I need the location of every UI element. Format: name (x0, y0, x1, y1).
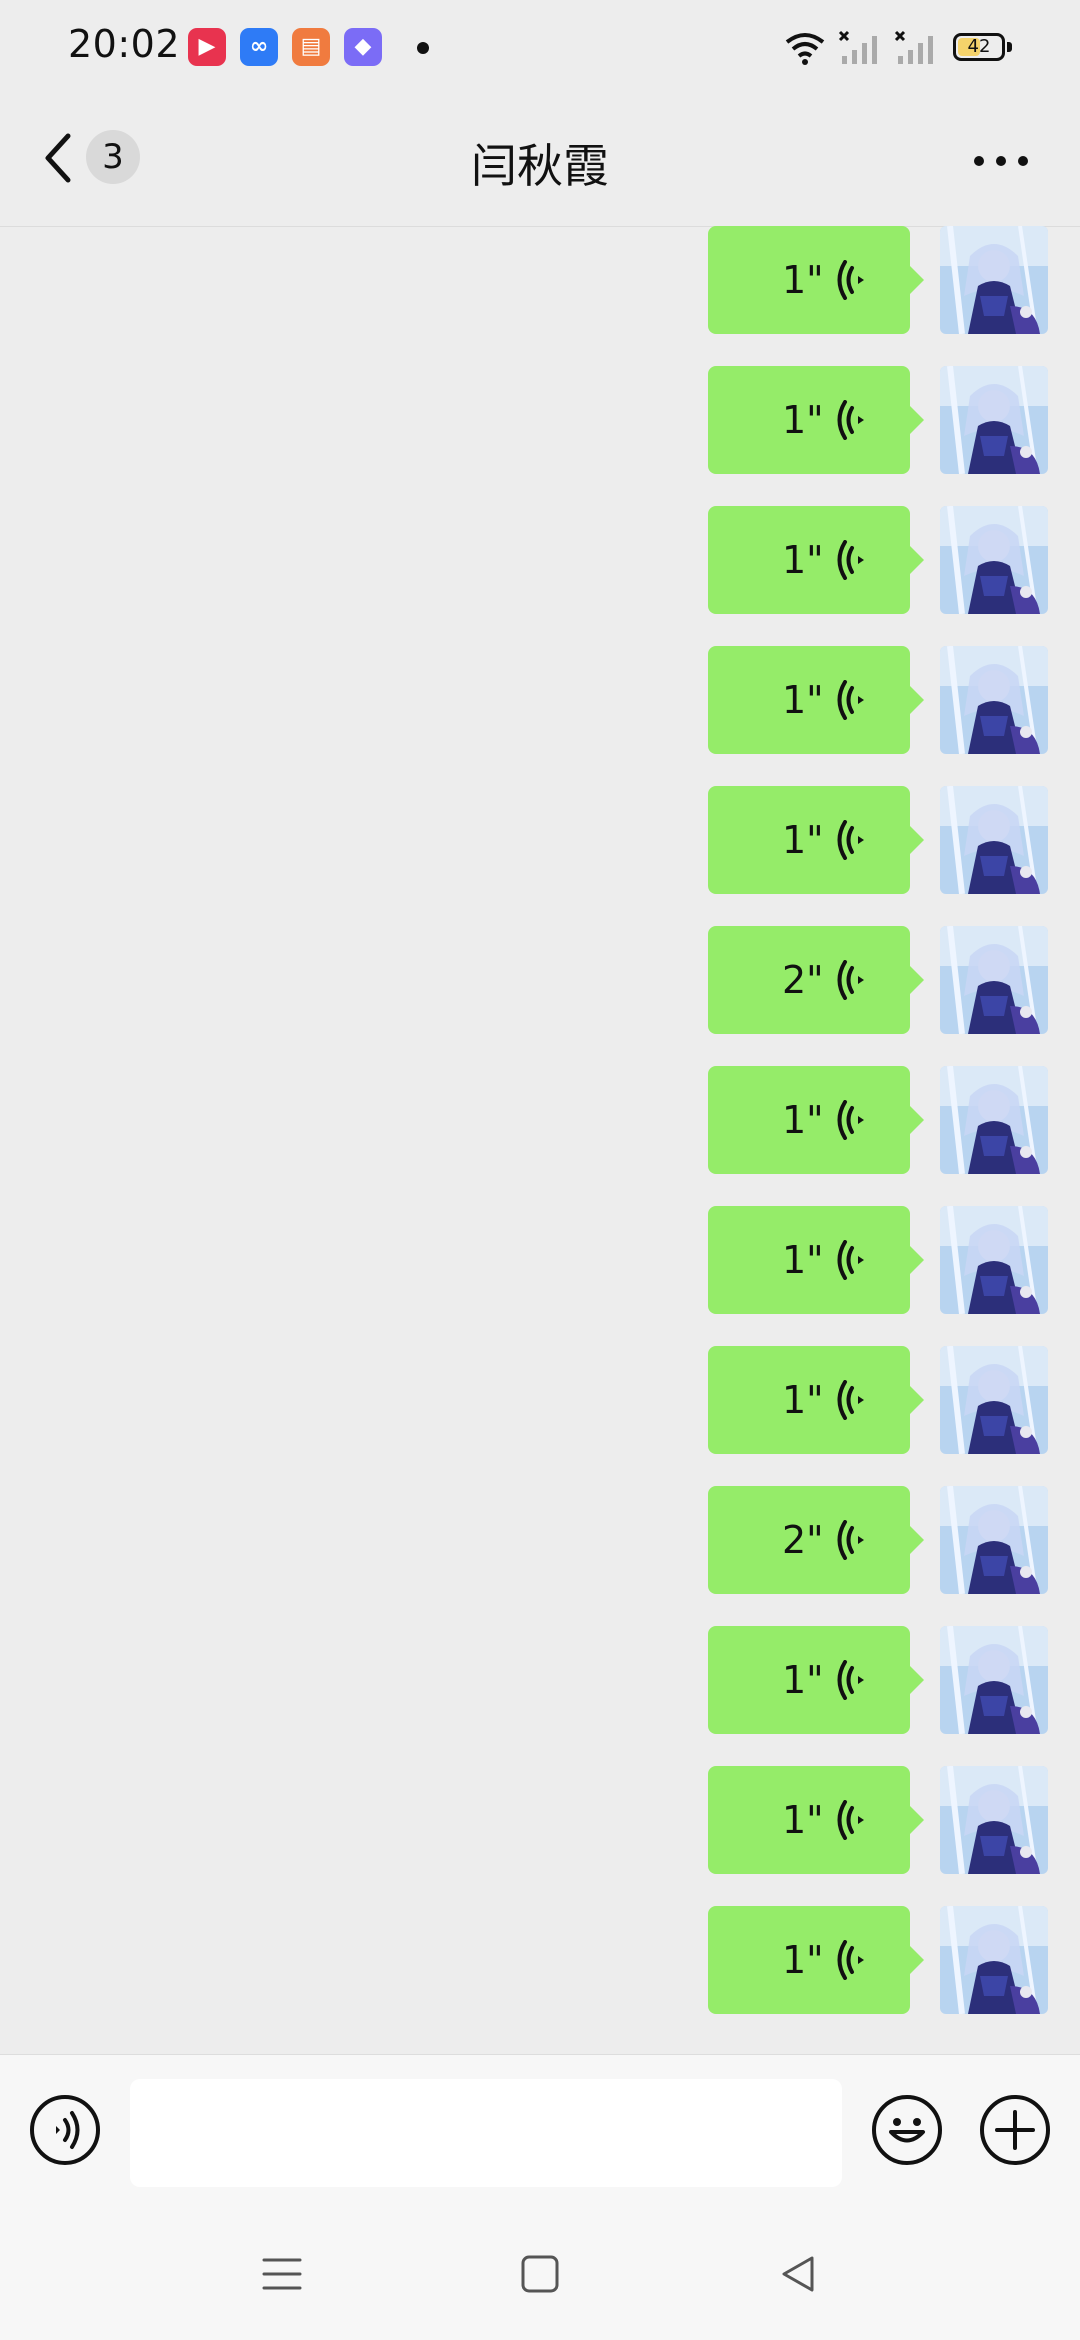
menu-icon[interactable] (262, 2256, 302, 2292)
voice-mode-icon (56, 2111, 80, 2149)
voice-playback-icon (837, 1380, 864, 1420)
voice-playback-icon (837, 540, 864, 580)
voice-duration: 1" (782, 1378, 824, 1422)
voice-message-row: 1" (0, 366, 1080, 474)
voice-playback-icon (837, 1940, 864, 1980)
voice-message-row: 2" (0, 1486, 1080, 1594)
avatar[interactable] (940, 1486, 1048, 1594)
signal-no-service-icon-2 (894, 30, 933, 64)
voice-duration: 1" (782, 258, 824, 302)
voice-playback-icon (837, 1520, 864, 1560)
voice-playback-icon (837, 1100, 864, 1140)
avatar[interactable] (940, 1206, 1048, 1314)
voice-playback-icon (837, 1660, 864, 1700)
avatar[interactable] (940, 1906, 1048, 2014)
voice-message-row: 1" (0, 1626, 1080, 1734)
voice-message-row: 1" (0, 1346, 1080, 1454)
avatar[interactable] (940, 1626, 1048, 1734)
voice-message-row: 1" (0, 786, 1080, 894)
avatar[interactable] (940, 1066, 1048, 1174)
voice-duration: 1" (782, 1098, 824, 1142)
voice-playback-icon (837, 960, 864, 1000)
voice-message-bubble[interactable]: 1" (708, 1206, 924, 1314)
shortcut-app-icon: ◆ (344, 28, 382, 66)
message-list[interactable]: 1" 1" 1" 1" 1" 2" 1" 1" 1" 2" 1" 1" 1" (0, 226, 1080, 2054)
more-functions-button[interactable] (980, 2095, 1050, 2165)
voice-message-bubble[interactable]: 1" (708, 1066, 924, 1174)
battery-level: 42 (967, 36, 991, 57)
voice-message-bubble[interactable]: 1" (708, 1626, 924, 1734)
voice-duration: 2" (782, 1518, 824, 1562)
voice-message-row: 1" (0, 1206, 1080, 1314)
voice-message-bubble[interactable]: 2" (708, 926, 924, 1034)
voice-playback-icon (837, 1800, 864, 1840)
battery-tip (1007, 42, 1012, 52)
voice-message-bubble[interactable]: 2" (708, 1486, 924, 1594)
back-icon[interactable] (778, 2254, 818, 2294)
battery-icon: 42 (953, 33, 1005, 61)
voice-message-bubble[interactable]: 1" (708, 366, 924, 474)
status-bar: 20:02 ▶ ∞ ▤ ◆ 42 (0, 0, 1080, 96)
emoji-button[interactable] (872, 2095, 942, 2165)
more-options-icon[interactable] (974, 156, 1034, 170)
chat-header: 3 闫秋霞 (0, 96, 1080, 227)
video-app-icon: ▶ (188, 28, 226, 66)
voice-duration: 1" (782, 1798, 824, 1842)
voice-message-row: 2" (0, 926, 1080, 1034)
voice-playback-icon (837, 680, 864, 720)
voice-message-row: 1" (0, 1766, 1080, 1874)
voice-message-bubble[interactable]: 1" (708, 1346, 924, 1454)
avatar[interactable] (940, 926, 1048, 1034)
avatar[interactable] (940, 646, 1048, 754)
voice-mode-button[interactable] (30, 2095, 100, 2165)
voice-playback-icon (837, 260, 864, 300)
voice-message-bubble[interactable]: 1" (708, 226, 924, 334)
avatar[interactable] (940, 1766, 1048, 1874)
voice-message-bubble[interactable]: 1" (708, 786, 924, 894)
voice-message-row: 1" (0, 226, 1080, 334)
plus-icon (995, 2110, 1035, 2150)
voice-duration: 1" (782, 398, 824, 442)
input-bar (0, 2054, 1080, 2205)
avatar[interactable] (940, 366, 1048, 474)
status-time: 20:02 (68, 22, 181, 66)
voice-duration: 1" (782, 1658, 824, 1702)
voice-message-row: 1" (0, 1066, 1080, 1174)
home-icon[interactable] (520, 2254, 560, 2294)
voice-message-bubble[interactable]: 1" (708, 506, 924, 614)
avatar[interactable] (940, 1346, 1048, 1454)
system-navigation-bar (0, 2204, 1080, 2340)
avatar[interactable] (940, 786, 1048, 894)
message-input[interactable] (130, 2079, 842, 2187)
voice-duration: 1" (782, 818, 824, 862)
voice-message-bubble[interactable]: 1" (708, 646, 924, 754)
voice-duration: 1" (782, 1238, 824, 1282)
voice-playback-icon (837, 820, 864, 860)
voice-playback-icon (837, 400, 864, 440)
voice-duration: 1" (782, 538, 824, 582)
chat-title: 闫秋霞 (471, 139, 609, 193)
voice-duration: 1" (782, 678, 824, 722)
emoji-icon (889, 2118, 925, 2143)
avatar[interactable] (940, 226, 1048, 334)
wifi-icon (785, 33, 825, 65)
voice-message-bubble[interactable]: 1" (708, 1906, 924, 2014)
notification-dot-icon (417, 42, 429, 54)
avatar[interactable] (940, 506, 1048, 614)
voice-message-row: 1" (0, 1906, 1080, 2014)
cloud-app-icon: ∞ (240, 28, 278, 66)
book-app-icon: ▤ (292, 28, 330, 66)
voice-duration: 2" (782, 958, 824, 1002)
voice-message-bubble[interactable]: 1" (708, 1766, 924, 1874)
voice-message-row: 1" (0, 506, 1080, 614)
voice-playback-icon (837, 1240, 864, 1280)
signal-no-service-icon (838, 30, 877, 64)
voice-duration: 1" (782, 1938, 824, 1982)
voice-message-row: 1" (0, 646, 1080, 754)
